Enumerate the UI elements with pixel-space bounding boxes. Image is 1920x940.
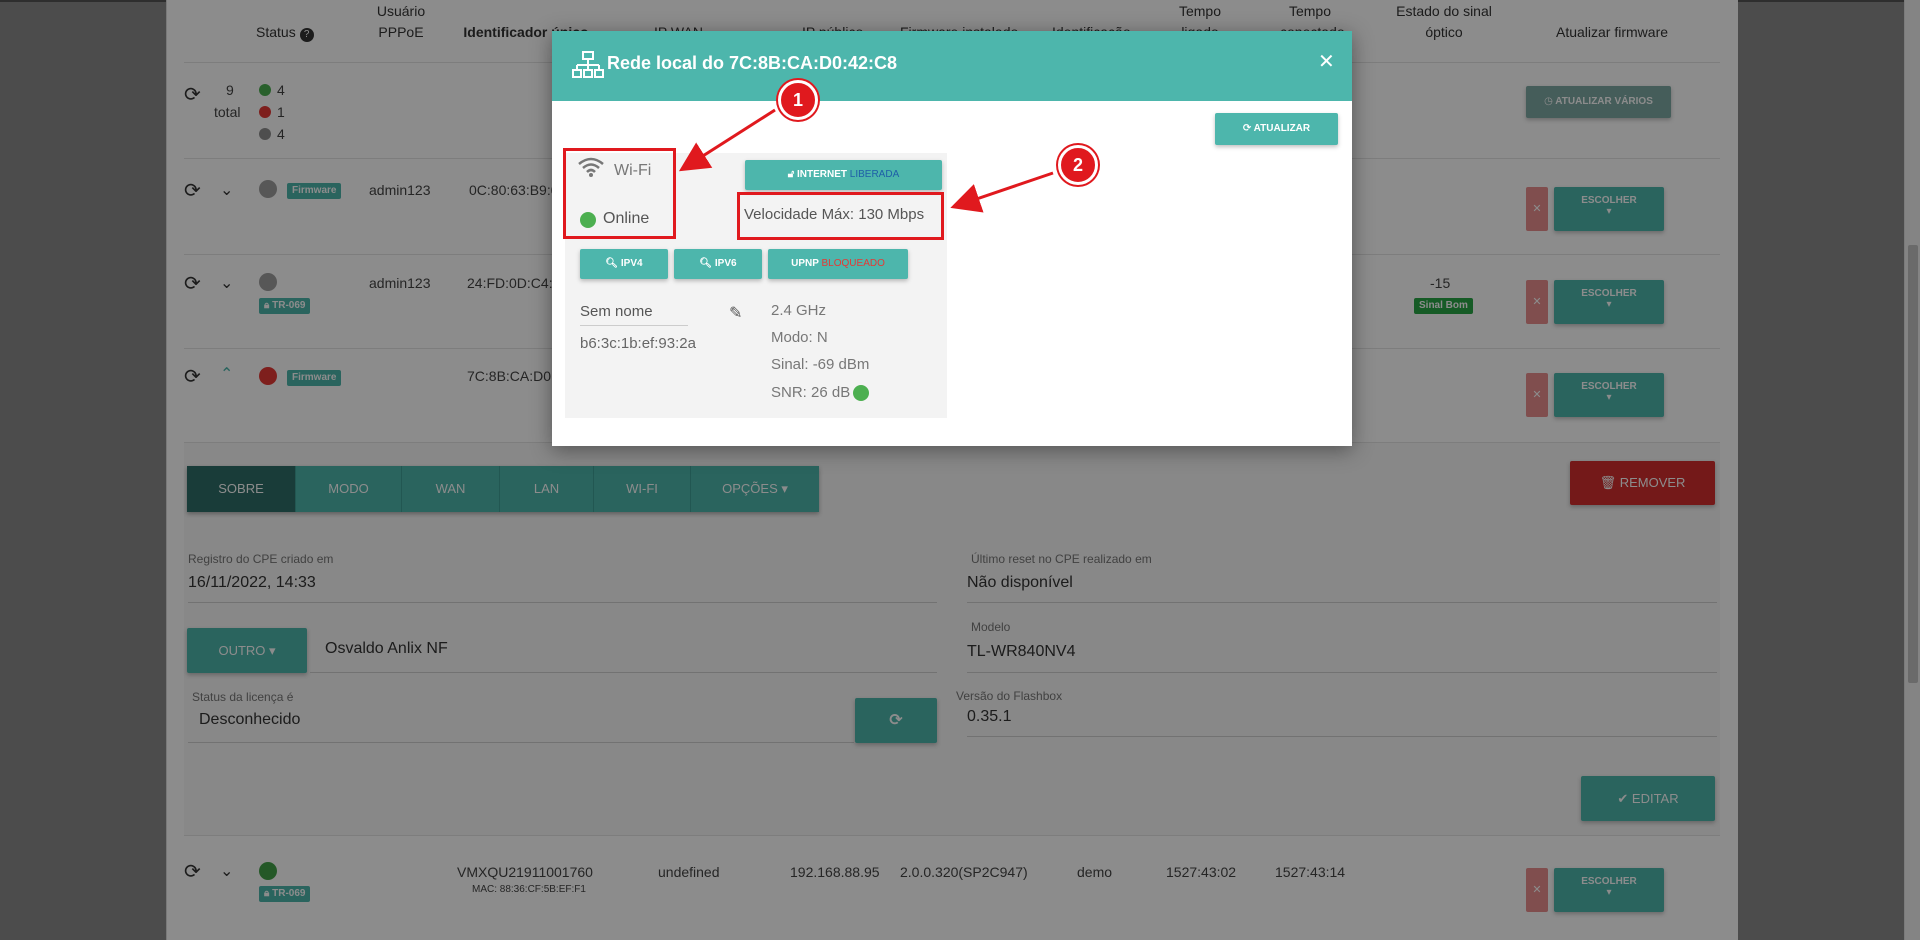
search-icon: 🔍︎ bbox=[605, 258, 619, 269]
network-icon bbox=[572, 51, 604, 78]
device-mac: b6:3c:1b:ef:93:2a bbox=[580, 335, 696, 352]
highlight-box-connection bbox=[563, 148, 676, 239]
modal-title: Rede local do 7C:8B:CA:D0:42:C8 bbox=[607, 53, 898, 73]
edit-name-pencil-icon[interactable]: ✎ bbox=[729, 303, 742, 323]
snr-status-dot bbox=[853, 385, 869, 401]
upnp-button[interactable]: UPNP BLOQUEADO bbox=[768, 249, 908, 279]
wifi-signal: Sinal: -69 dBm bbox=[771, 356, 870, 373]
wifi-snr: SNR: 26 dB bbox=[771, 384, 851, 401]
annotation-marker-2: 2 bbox=[1058, 145, 1098, 185]
wifi-mode: Modo: N bbox=[771, 329, 828, 346]
device-name[interactable]: Sem nome bbox=[580, 303, 653, 320]
highlight-box-speed bbox=[737, 192, 944, 240]
internet-status-button[interactable]: 🔓︎ INTERNET LIBERADA bbox=[745, 160, 942, 190]
annotation-marker-1: 1 bbox=[778, 80, 818, 120]
unlock-icon: 🔓︎ bbox=[787, 169, 795, 180]
ipv6-button[interactable]: 🔍︎ IPV6 bbox=[674, 249, 762, 279]
modal-header: Rede local do 7C:8B:CA:D0:42:C8 ✕ bbox=[552, 31, 1352, 101]
refresh-icon: ⟳ bbox=[1242, 123, 1252, 134]
wifi-band: 2.4 GHz bbox=[771, 302, 827, 319]
search-icon: 🔍︎ bbox=[699, 258, 713, 269]
ipv4-button[interactable]: 🔍︎ IPV4 bbox=[580, 249, 668, 279]
close-icon[interactable]: ✕ bbox=[1318, 49, 1335, 74]
refresh-button[interactable]: ⟳ ATUALIZAR bbox=[1215, 113, 1338, 145]
